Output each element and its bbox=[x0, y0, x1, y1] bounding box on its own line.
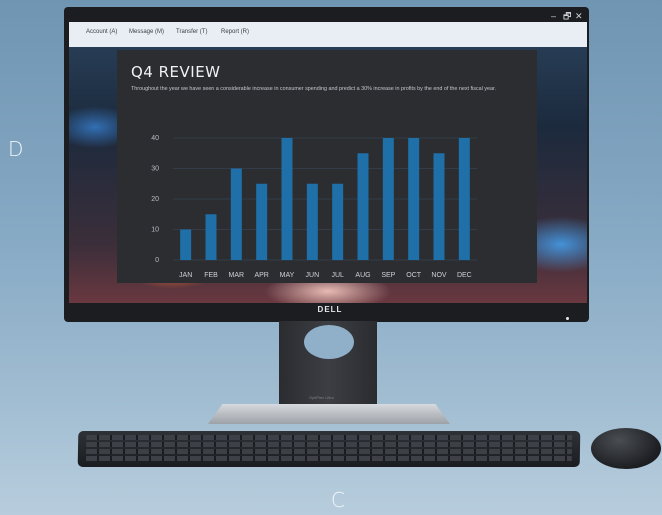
x-tick-label: JAN bbox=[179, 272, 192, 279]
menu-report[interactable]: Report (R) bbox=[221, 29, 249, 35]
bar-jun bbox=[306, 183, 318, 260]
x-tick-label: AUG bbox=[355, 272, 370, 279]
x-tick-label: APR bbox=[254, 272, 268, 279]
bar-mar bbox=[230, 168, 242, 260]
bar-sep bbox=[382, 138, 394, 260]
y-tick-label: 40 bbox=[151, 135, 159, 142]
q4-review-panel: Q4 REVIEW Throughout the year we have se… bbox=[117, 50, 537, 283]
y-tick-label: 0 bbox=[155, 257, 159, 264]
menu-transfer[interactable]: Transfer (T) bbox=[176, 29, 207, 35]
bar-nov bbox=[433, 153, 445, 260]
bar-jan bbox=[180, 229, 192, 260]
x-tick-label: FEB bbox=[204, 272, 218, 279]
mouse bbox=[591, 428, 661, 469]
corner-letter-c: C bbox=[331, 488, 345, 512]
stand-base bbox=[208, 404, 450, 424]
menu-account[interactable]: Account (A) bbox=[86, 29, 117, 35]
bar-feb bbox=[205, 214, 217, 260]
x-tick-label: MAY bbox=[280, 272, 295, 279]
x-tick-label: OCT bbox=[406, 272, 422, 279]
close-icon[interactable]: ✕ bbox=[575, 10, 583, 22]
menu-message[interactable]: Message (M) bbox=[129, 29, 164, 35]
y-tick-label: 10 bbox=[151, 227, 159, 234]
corner-letter-d: D bbox=[8, 137, 24, 161]
bar-dec bbox=[458, 138, 470, 260]
stand-cable-hole bbox=[304, 325, 354, 359]
monitor-screen: – 🗗 ✕ Account (A) Message (M) Transfer (… bbox=[69, 10, 587, 303]
bar-chart: 0 10 20 30 40 JAN FEB MAR APR MAY JUN JUL AUG SEP OCT N… bbox=[151, 135, 477, 279]
x-tick-label: JUN bbox=[306, 272, 320, 279]
window-titlebar: – 🗗 ✕ bbox=[69, 10, 587, 22]
x-tick-label: SEP bbox=[381, 272, 395, 279]
keyboard bbox=[77, 431, 581, 467]
y-tick-label: 20 bbox=[151, 196, 159, 203]
y-tick-label: 30 bbox=[151, 166, 159, 173]
x-tick-label: JUL bbox=[331, 272, 344, 279]
bar-apr bbox=[256, 183, 268, 260]
x-tick-label: DEC bbox=[457, 272, 472, 279]
minimize-icon[interactable]: – bbox=[551, 10, 556, 22]
menu-bar: Account (A) Message (M) Transfer (T) Rep… bbox=[69, 22, 587, 47]
bar-aug bbox=[357, 153, 369, 260]
restore-icon[interactable]: 🗗 bbox=[563, 10, 571, 22]
bar-may bbox=[281, 138, 293, 260]
power-led bbox=[566, 317, 569, 320]
x-tick-label: MAR bbox=[229, 272, 245, 279]
bar-oct bbox=[408, 138, 420, 260]
dell-logo: DELL bbox=[317, 305, 343, 314]
bar-jul bbox=[332, 183, 344, 260]
stand-label: OptiPlex Ultra bbox=[309, 395, 334, 400]
x-tick-label: NOV bbox=[431, 272, 447, 279]
